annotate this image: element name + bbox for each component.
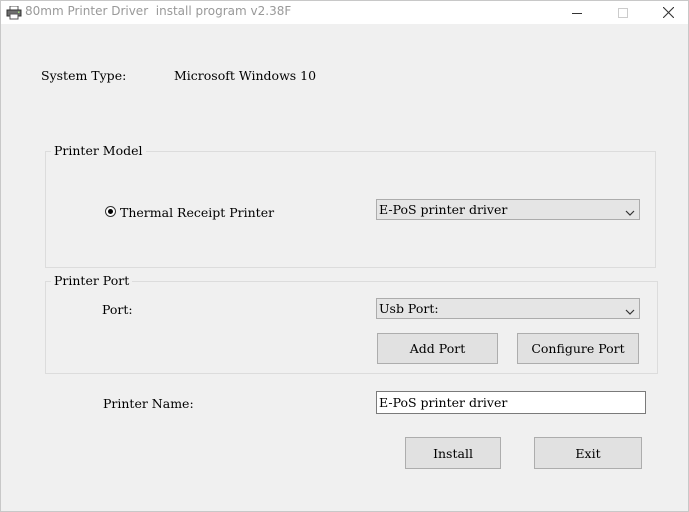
close-button[interactable] (645, 1, 689, 24)
radio-selected-dot (108, 209, 113, 214)
printer-name-label: Printer Name: (103, 396, 194, 411)
thermal-receipt-radio[interactable] (105, 206, 116, 217)
minimize-icon (572, 3, 582, 22)
printer-model-group-label: Printer Model (51, 143, 146, 158)
driver-select-value: E-PoS printer driver (379, 202, 508, 217)
add-port-button[interactable]: Add Port (377, 333, 498, 364)
thermal-receipt-label[interactable]: Thermal Receipt Printer (120, 205, 274, 220)
exit-button[interactable]: Exit (534, 437, 642, 469)
printer-name-field[interactable] (376, 391, 646, 414)
maximize-button[interactable] (600, 1, 646, 24)
chevron-down-icon (624, 303, 636, 315)
port-label: Port: (102, 302, 133, 317)
minimize-button[interactable] (554, 1, 600, 24)
printer-name-input[interactable] (377, 392, 645, 413)
driver-select[interactable]: E-PoS printer driver (376, 199, 640, 220)
close-icon (662, 3, 674, 22)
printer-port-group-label: Printer Port (51, 273, 133, 288)
window-title: 80mm Printer Driver install program v2.3… (25, 4, 292, 18)
install-button[interactable]: Install (405, 437, 501, 469)
port-select-value: Usb Port: (379, 301, 439, 316)
system-type-label: System Type: (41, 68, 127, 83)
configure-port-button[interactable]: Configure Port (517, 333, 639, 364)
port-select[interactable]: Usb Port: (376, 298, 640, 319)
chevron-down-icon (624, 204, 636, 216)
maximize-icon (618, 3, 628, 22)
title-bar: 80mm Printer Driver install program v2.3… (1, 1, 688, 24)
printer-icon (6, 5, 22, 20)
system-type-value: Microsoft Windows 10 (174, 68, 317, 83)
installer-window: 80mm Printer Driver install program v2.3… (0, 0, 689, 512)
